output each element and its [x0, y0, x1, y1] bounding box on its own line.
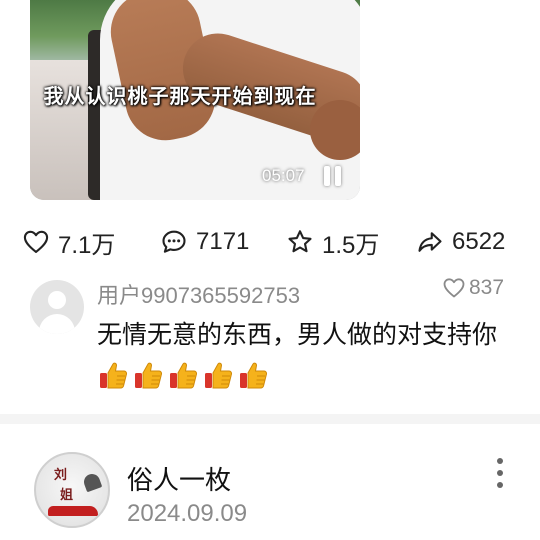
share-icon	[418, 232, 442, 252]
thumbs-up-icon	[97, 359, 129, 391]
video-post-card: 我从认识桃子那天开始到现在 05:07 7.1万 7171 1.5万 6522 …	[0, 0, 540, 414]
like-count: 7.1万	[58, 231, 116, 259]
post-date: 2024.09.09	[127, 500, 248, 527]
avatar-bird	[81, 471, 103, 493]
author-header: 刘 姐 俗人一枚 2024.09.09	[0, 424, 540, 540]
heart-icon	[443, 278, 465, 298]
commenter-avatar[interactable]	[30, 280, 84, 334]
favorite-count: 1.5万	[322, 231, 380, 259]
avatar-car	[48, 506, 98, 516]
thumbs-up-icon	[202, 359, 234, 391]
thumbs-up-icon	[167, 359, 199, 391]
author-name[interactable]: 俗人一枚	[127, 460, 231, 497]
more-options-icon[interactable]	[494, 458, 506, 488]
comment-count: 7171	[196, 228, 250, 255]
thumbs-up-icon	[132, 359, 164, 391]
comment-icon	[162, 230, 186, 253]
commenter-name[interactable]: 用户9907365592753	[97, 278, 300, 310]
comment-like-button[interactable]: 837	[442, 276, 504, 300]
comment-stat[interactable]: 7171	[160, 222, 249, 262]
video-timestamp: 05:07	[262, 166, 305, 185]
favorite-stat[interactable]: 1.5万	[286, 222, 379, 262]
comment-like-count: 837	[469, 276, 505, 299]
post-stats: 7.1万 7171 1.5万 6522	[22, 222, 532, 262]
share-count: 6522	[452, 228, 506, 255]
author-avatar[interactable]: 刘 姐	[34, 452, 110, 528]
pause-icon[interactable]	[322, 166, 344, 186]
avatar-char-2: 姐	[60, 488, 74, 503]
heart-icon	[23, 230, 49, 253]
like-stat[interactable]: 7.1万	[22, 222, 115, 262]
avatar-char-1: 刘	[54, 468, 68, 483]
thumbs-up-emojis	[97, 362, 272, 391]
comment-body: 无情无意的东西，男人做的对支持你	[97, 320, 498, 349]
thumbs-up-icon	[237, 359, 269, 391]
comment-text: 无情无意的东西，男人做的对支持你	[97, 314, 517, 398]
share-stat[interactable]: 6522	[416, 222, 505, 262]
video-subtitle: 我从认识桃子那天开始到现在	[43, 84, 317, 108]
section-divider	[0, 414, 540, 424]
star-icon	[288, 230, 312, 253]
comment-item: 用户9907365592753 837 无情无意的东西，男人做的对支持你	[0, 270, 540, 400]
